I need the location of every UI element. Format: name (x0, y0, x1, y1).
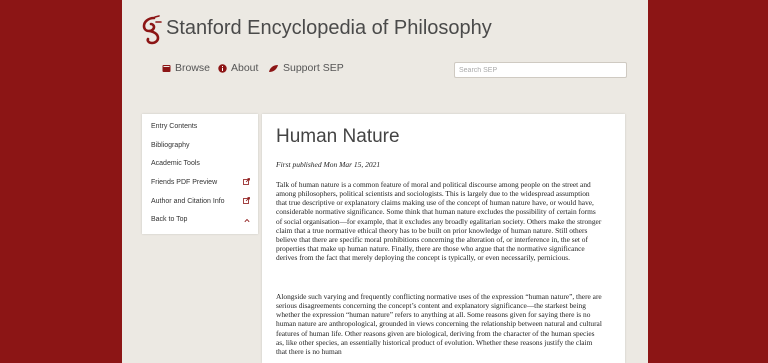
info-icon (218, 63, 227, 73)
sidebar-item-author-citation[interactable]: Author and Citation Info (151, 198, 225, 205)
sidebar-item-friends-pdf-preview[interactable]: Friends PDF Preview (151, 179, 217, 186)
external-link-icon[interactable] (243, 178, 250, 185)
sidebar-item-entry-contents[interactable]: Entry Contents (151, 123, 197, 130)
book-icon (162, 64, 171, 72)
entry-sidebar: Entry Contents Bibliography Academic Too… (142, 114, 258, 234)
site-header: Stanford Encyclopedia of Philosophy Brow… (122, 0, 648, 100)
nav-support[interactable]: Support SEP (268, 62, 344, 74)
nav-support-label: Support SEP (283, 62, 344, 74)
publication-date: First published Mon Mar 15, 2021 (276, 160, 381, 169)
article-paragraph: Talk of human nature is a common feature… (276, 180, 602, 263)
sidebar-item-academic-tools[interactable]: Academic Tools (151, 160, 200, 167)
site-title[interactable]: Stanford Encyclopedia of Philosophy (166, 17, 492, 40)
external-link-icon[interactable] (243, 197, 250, 204)
chevron-up-icon[interactable] (244, 218, 250, 223)
article-paragraph: Alongside such varying and frequently co… (276, 292, 602, 356)
nav-about-label: About (231, 62, 259, 74)
search-input[interactable] (454, 62, 627, 78)
sep-logo-icon[interactable] (140, 15, 164, 45)
sidebar-item-bibliography[interactable]: Bibliography (151, 142, 190, 149)
sidebar-item-back-to-top[interactable]: Back to Top (151, 216, 187, 223)
article-title: Human Nature (276, 126, 400, 147)
nav-about[interactable]: About (218, 62, 258, 74)
leaf-icon (269, 64, 278, 72)
nav-browse[interactable]: Browse (162, 62, 210, 74)
nav-browse-label: Browse (175, 62, 211, 74)
page-container: Stanford Encyclopedia of Philosophy Brow… (122, 0, 648, 363)
article-panel: Human Nature First published Mon Mar 15,… (262, 114, 625, 363)
